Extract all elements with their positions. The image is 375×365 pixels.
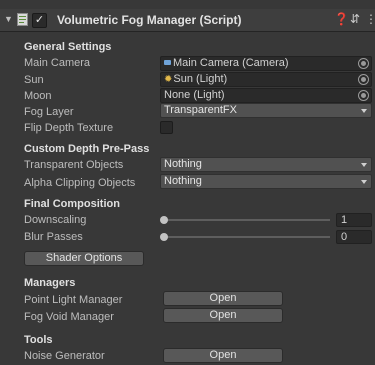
alpha-clipping-dropdown[interactable]: Nothing: [160, 174, 372, 189]
fog-layer-label: Fog Layer: [24, 106, 74, 118]
blur-passes-slider-track[interactable]: [164, 236, 330, 238]
component-title: Volumetric Fog Manager (Script): [57, 13, 242, 27]
blur-passes-slider-handle[interactable]: [160, 233, 168, 241]
section-tools: Tools: [24, 334, 53, 346]
inspector-panel: ▼ ✓ Volumetric Fog Manager (Script) ❓ ⇵ …: [0, 0, 375, 365]
chevron-down-icon: [361, 180, 367, 184]
blur-passes-label: Blur Passes: [24, 231, 83, 243]
script-icon: [17, 13, 28, 26]
downscaling-label: Downscaling: [24, 214, 87, 226]
sun-field[interactable]: ✹Sun (Light): [160, 72, 372, 87]
fog-void-manager-open-button[interactable]: Open: [163, 308, 283, 323]
downscaling-slider-handle[interactable]: [160, 216, 168, 224]
object-picker-icon[interactable]: [358, 74, 369, 85]
noise-generator-label: Noise Generator: [24, 350, 105, 362]
main-camera-field[interactable]: Main Camera (Camera): [160, 56, 372, 71]
section-final-composition: Final Composition: [24, 198, 120, 210]
chevron-down-icon: [361, 109, 367, 113]
object-picker-icon[interactable]: [358, 58, 369, 69]
moon-value: None (Light): [164, 89, 225, 101]
chevron-down-icon: [361, 163, 367, 167]
moon-field[interactable]: None (Light): [160, 88, 372, 103]
section-custom-depth: Custom Depth Pre-Pass: [24, 143, 150, 155]
shader-options-button[interactable]: Shader Options: [24, 251, 144, 266]
alpha-clipping-value: Nothing: [164, 175, 202, 187]
transparent-objects-label: Transparent Objects: [24, 159, 124, 171]
point-light-manager-open-button[interactable]: Open: [163, 291, 283, 306]
downscaling-input[interactable]: 1: [336, 213, 372, 227]
blur-passes-input[interactable]: 0: [336, 230, 372, 244]
component-header[interactable]: ▼ ✓ Volumetric Fog Manager (Script) ❓ ⇵ …: [0, 9, 375, 32]
camera-icon: [164, 60, 171, 65]
main-camera-value: Main Camera (Camera): [173, 57, 289, 69]
transparent-objects-dropdown[interactable]: Nothing: [160, 157, 372, 172]
section-managers: Managers: [24, 277, 76, 289]
moon-label: Moon: [24, 90, 52, 102]
fog-layer-dropdown[interactable]: TransparentFX: [160, 103, 372, 118]
downscaling-slider-track[interactable]: [164, 219, 330, 221]
point-light-manager-label: Point Light Manager: [24, 294, 123, 306]
kebab-menu-icon[interactable]: ⋮: [365, 12, 375, 26]
light-icon: ✹: [164, 74, 173, 85]
section-general-settings: General Settings: [24, 41, 112, 53]
noise-generator-open-button[interactable]: Open: [163, 348, 283, 363]
fog-layer-value: TransparentFX: [164, 104, 237, 116]
foldout-arrow-icon[interactable]: ▼: [4, 14, 13, 24]
help-icon[interactable]: ❓: [334, 12, 349, 26]
alpha-clipping-label: Alpha Clipping Objects: [24, 177, 136, 189]
component-enabled-checkbox[interactable]: ✓: [32, 13, 47, 28]
main-camera-label: Main Camera: [24, 57, 91, 69]
fog-void-manager-label: Fog Void Manager: [24, 311, 114, 323]
flip-depth-label: Flip Depth Texture: [24, 122, 114, 134]
preset-icon[interactable]: ⇵: [350, 12, 360, 26]
sun-label: Sun: [24, 74, 44, 86]
flip-depth-checkbox[interactable]: [160, 121, 173, 134]
sun-value: Sun (Light): [173, 73, 228, 85]
transparent-objects-value: Nothing: [164, 158, 202, 170]
object-picker-icon[interactable]: [358, 90, 369, 101]
